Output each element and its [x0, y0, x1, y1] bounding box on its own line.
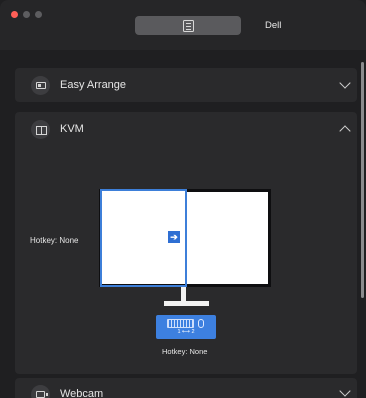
chevron-down-icon[interactable]: [339, 385, 351, 397]
easy-arrange-icon: [31, 76, 50, 95]
switch-arrow-icon[interactable]: ➔: [168, 231, 180, 243]
close-window-button[interactable]: [11, 11, 18, 18]
chevron-up-icon[interactable]: [339, 125, 351, 137]
hotkey-label-left: Hotkey: None: [30, 236, 79, 245]
minimize-window-button[interactable]: [23, 11, 30, 18]
kvm-icon: [31, 120, 50, 139]
hotkey-label-bottom: Hotkey: None: [162, 347, 208, 356]
toolbar-tab-button[interactable]: [135, 16, 241, 35]
window-title: Dell: [265, 20, 282, 31]
maximize-window-button[interactable]: [35, 11, 42, 18]
monitor-stand-neck: [181, 287, 186, 302]
scrollbar[interactable]: [361, 62, 364, 298]
section-label-webcam: Webcam: [60, 388, 104, 398]
kvm-switch-label: 1 ⟷ 2: [177, 329, 195, 335]
kvm-switch-button[interactable]: 1 ⟷ 2: [156, 315, 216, 339]
webcam-icon: [31, 385, 50, 398]
section-webcam[interactable]: Webcam: [15, 378, 357, 398]
document-list-icon: [182, 19, 194, 32]
app-window: Dell Easy Arrange KVM Hotkey: None ➔ 1 ⟷…: [0, 0, 366, 398]
keyboard-icon: [167, 319, 194, 328]
chevron-down-icon[interactable]: [339, 77, 351, 89]
section-label-easy-arrange: Easy Arrange: [60, 79, 127, 91]
screen-right[interactable]: [187, 192, 268, 284]
mouse-icon: [198, 319, 204, 328]
monitor-stand-foot: [164, 301, 209, 306]
title-bar: Dell: [0, 0, 366, 50]
section-easy-arrange[interactable]: Easy Arrange: [15, 68, 357, 102]
section-label-kvm: KVM: [60, 123, 84, 135]
